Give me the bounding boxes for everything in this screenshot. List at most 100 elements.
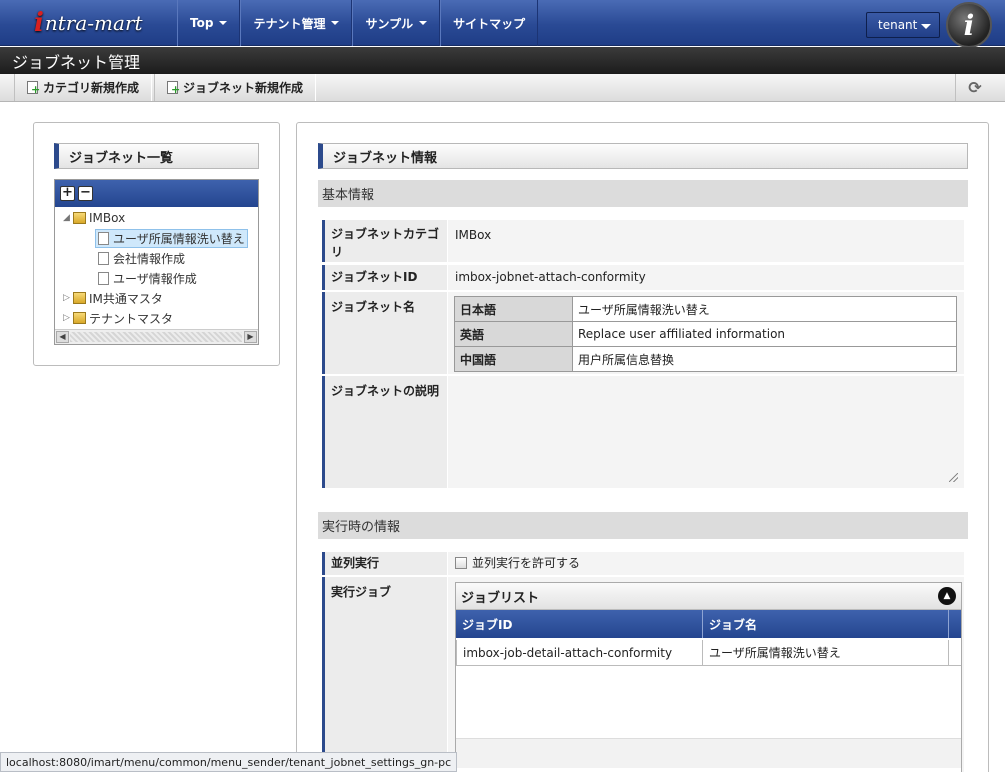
new-category-label: カテゴリ新規作成 xyxy=(43,81,140,95)
name-zh: 用户所属信息替换 xyxy=(572,346,957,372)
tree-item-label: IM共通マスタ xyxy=(89,291,163,306)
jobnet-info-panel: ジョブネット情報 基本情報 ジョブネットカテゴリ IMBox ジョブネットID … xyxy=(296,122,989,772)
jobnet-info-title: ジョブネット情報 xyxy=(318,143,968,169)
intra-mart-logo[interactable]: i ntra-mart xyxy=(4,4,176,42)
description-label: ジョブネットの説明 xyxy=(322,376,447,488)
tree-toggle-collapsed-icon[interactable]: ▷ xyxy=(63,293,73,303)
column-job-id[interactable]: ジョブID xyxy=(456,610,703,638)
parallel-exec-checkbox-label[interactable]: 並列実行を許可する xyxy=(472,556,580,570)
exec-job-label: 実行ジョブ xyxy=(322,577,447,772)
tenant-select[interactable]: tenant xyxy=(866,12,940,38)
job-list: ジョブリスト ▲ ジョブID ジョブ名 imbox-job-detail-att… xyxy=(455,582,962,772)
job-name-cell: ユーザ所属情報洗い替え xyxy=(703,640,949,665)
jobnet-list-title: ジョブネット一覧 xyxy=(54,143,259,169)
chevron-down-icon xyxy=(921,24,931,29)
tree-item-text: ユーザ所属情報洗い替え xyxy=(113,231,245,246)
job-list-footer xyxy=(456,738,961,768)
tree-item-label: テナントマスタ xyxy=(89,311,174,326)
tree-item-user-affiliation-replace[interactable]: ユーザ所属情報洗い替え xyxy=(95,228,248,248)
jobnet-id-value: imbox-jobnet-attach-conformity xyxy=(448,265,964,290)
table-row[interactable]: imbox-job-detail-attach-conformity ユーザ所属… xyxy=(456,640,961,666)
column-job-name[interactable]: ジョブ名 xyxy=(703,610,949,638)
status-url: localhost:8080/imart/menu/common/menu_se… xyxy=(0,752,458,772)
new-document-icon xyxy=(167,81,180,95)
job-list-empty-area xyxy=(456,666,961,738)
name-ja: ユーザ所属情報洗い替え xyxy=(572,296,957,322)
refresh-button[interactable]: ⟳ xyxy=(955,74,994,101)
lang-label-ja: 日本語 xyxy=(454,296,573,322)
jobnet-list-panel: ジョブネット一覧 + − ◢ IMBox ユーザ所属情報洗い替え 会社情報作成 … xyxy=(33,122,280,366)
job-id-cell: imbox-job-detail-attach-conformity xyxy=(456,640,703,665)
job-list-header: ジョブリスト ▲ xyxy=(456,583,961,610)
main-nav: Top テナント管理 サンプル サイトマップ xyxy=(177,0,539,46)
category-value: IMBox xyxy=(448,220,964,262)
folder-icon xyxy=(73,312,86,324)
collapse-up-icon[interactable]: ▲ xyxy=(938,587,956,605)
jobnet-name-table: 日本語 ユーザ所属情報洗い替え 英語 Replace user affiliat… xyxy=(454,296,957,372)
chevron-down-icon xyxy=(419,21,428,25)
nav-top-label: Top xyxy=(190,16,214,30)
basic-info-heading: 基本情報 xyxy=(318,180,968,207)
file-icon xyxy=(98,231,109,245)
table-row: 日本語 ユーザ所属情報洗い替え xyxy=(454,296,957,322)
table-row: 中国語 用户所属信息替换 xyxy=(454,346,957,372)
new-category-button[interactable]: カテゴリ新規作成 xyxy=(14,74,153,101)
tree-item-user-info[interactable]: ユーザ情報作成 xyxy=(98,268,197,288)
jobnet-name-label: ジョブネット名 xyxy=(322,292,447,374)
folder-icon xyxy=(73,212,86,224)
table-row: 英語 Replace user affiliated information xyxy=(454,321,957,347)
logo-mark: i xyxy=(34,8,44,38)
chevron-down-icon xyxy=(219,21,228,25)
jobnet-id-label: ジョブネットID xyxy=(322,265,447,290)
job-list-columns: ジョブID ジョブ名 xyxy=(456,610,961,638)
scroll-right-icon[interactable]: ▶ xyxy=(244,331,257,343)
scroll-left-icon[interactable]: ◀ xyxy=(56,331,69,343)
scrollbar-thumb[interactable] xyxy=(70,332,242,342)
collapse-all-button[interactable]: − xyxy=(78,186,93,201)
nav-top[interactable]: Top xyxy=(177,0,241,46)
toolbar: カテゴリ新規作成 ジョブネット新規作成 ⟳ xyxy=(0,74,1005,102)
nav-sample[interactable]: サンプル xyxy=(352,0,441,46)
nav-sample-label: サンプル xyxy=(365,16,414,31)
tree-item-tenant-master[interactable]: ▷ テナントマスタ xyxy=(63,308,173,328)
expand-all-button[interactable]: + xyxy=(60,186,75,201)
tree-horizontal-scrollbar[interactable]: ◀ ▶ xyxy=(55,329,258,344)
tree-item-label: IMBox xyxy=(89,211,126,225)
jobnet-tree: + − ◢ IMBox ユーザ所属情報洗い替え 会社情報作成 ユーザ情報作成 ▷… xyxy=(54,179,259,345)
new-document-icon xyxy=(27,81,40,95)
top-navbar: i ntra-mart Top テナント管理 サンプル サイトマップ tenant… xyxy=(0,0,1005,48)
tree-toggle-expanded-icon[interactable]: ◢ xyxy=(63,213,73,223)
new-jobnet-button[interactable]: ジョブネット新規作成 xyxy=(154,74,317,101)
file-icon xyxy=(98,271,109,285)
resize-grip-icon[interactable] xyxy=(949,473,958,482)
nav-sitemap-label: サイトマップ xyxy=(453,16,526,31)
chevron-down-icon xyxy=(331,21,340,25)
tree-toggle-collapsed-icon[interactable]: ▷ xyxy=(63,313,73,323)
lang-label-zh: 中国語 xyxy=(454,346,573,372)
runtime-info-heading: 実行時の情報 xyxy=(318,512,968,539)
tree-item-imbox[interactable]: ◢ IMBox xyxy=(63,208,125,228)
nav-sitemap[interactable]: サイトマップ xyxy=(440,0,539,46)
new-jobnet-label: ジョブネット新規作成 xyxy=(183,81,304,95)
description-textarea[interactable] xyxy=(448,376,964,488)
tree-item-im-common-master[interactable]: ▷ IM共通マスタ xyxy=(63,288,163,308)
parallel-exec-label: 並列実行 xyxy=(322,552,447,575)
nav-tenant-management[interactable]: テナント管理 xyxy=(240,0,353,46)
job-list-title: ジョブリスト xyxy=(461,590,540,606)
tree-item-label: ユーザ情報作成 xyxy=(113,271,197,286)
tree-toolbar: + − xyxy=(55,180,258,207)
tree-item-company-info[interactable]: 会社情報作成 xyxy=(98,248,185,268)
file-icon xyxy=(98,251,109,265)
parallel-exec-value: 並列実行を許可する xyxy=(448,552,964,575)
page-title: ジョブネット管理 xyxy=(0,47,1005,74)
nav-tenant-management-label: テナント管理 xyxy=(253,16,326,31)
refresh-icon: ⟳ xyxy=(968,78,982,97)
category-label: ジョブネットカテゴリ xyxy=(322,220,447,262)
logo-text: ntra-mart xyxy=(44,11,143,35)
name-en: Replace user affiliated information xyxy=(572,321,957,347)
folder-icon xyxy=(73,292,86,304)
user-menu-badge[interactable]: i xyxy=(946,2,992,48)
tenant-select-value: tenant xyxy=(878,18,918,32)
parallel-exec-checkbox[interactable] xyxy=(455,557,467,569)
lang-label-en: 英語 xyxy=(454,321,573,347)
